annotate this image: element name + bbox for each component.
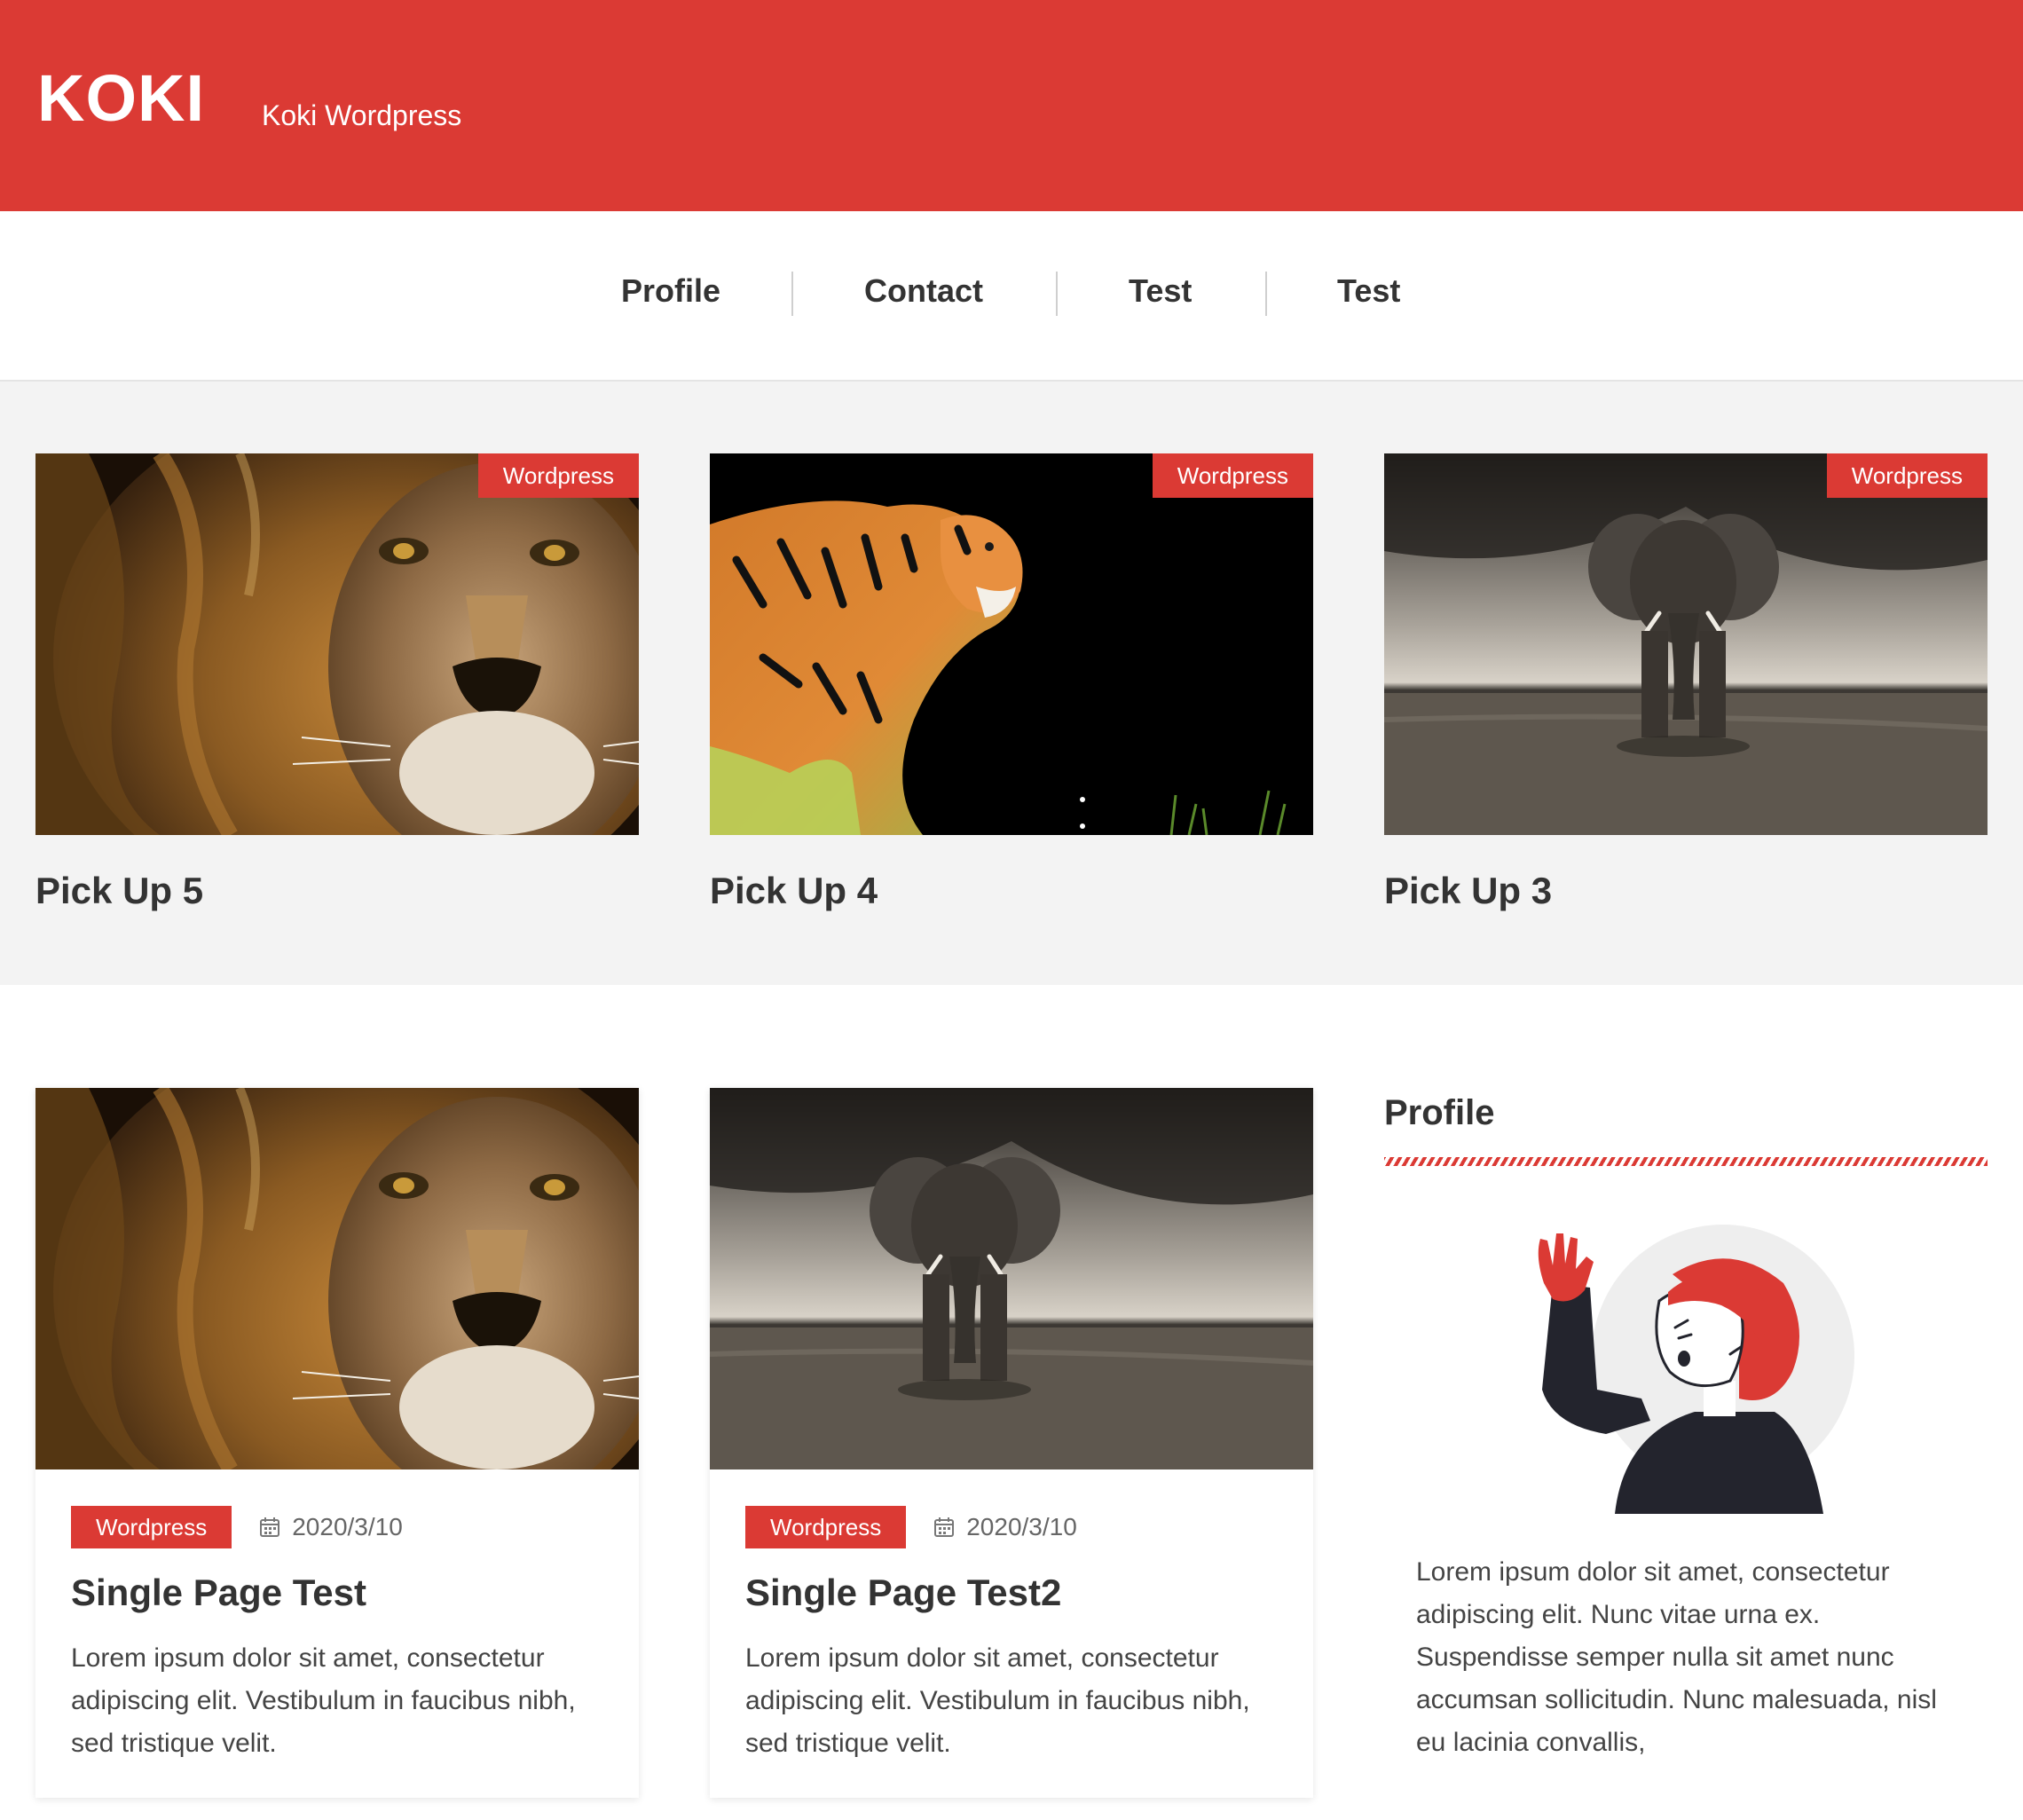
lion-photo[interactable] — [35, 1088, 639, 1469]
site-header: KOKI Koki Wordpress — [0, 0, 2023, 211]
pickup-section: Wordpress Pick Up 5 Wordpress Pick Up 4 — [0, 382, 2023, 985]
pickup-title[interactable]: Pick Up 4 — [710, 872, 878, 910]
tiger-photo[interactable]: Wordpress — [710, 453, 1313, 835]
post-excerpt: Lorem ipsum dolor sit amet, consectetur … — [745, 1643, 1250, 1758]
widget-title-underline — [1384, 1157, 1988, 1166]
pickup-card[interactable]: Wordpress Pick Up 4 — [710, 453, 1313, 915]
pickup-title[interactable]: Pick Up 5 — [35, 872, 203, 910]
site-logo[interactable]: KOKI — [37, 66, 205, 131]
main-nav: Profile Contact Test Test — [0, 211, 2023, 382]
elephant-photo[interactable]: Wordpress — [1384, 453, 1988, 835]
widget-title: Profile — [1384, 1093, 1495, 1132]
calendar-icon — [934, 1517, 955, 1537]
post-date: 2020/3/10 — [966, 1513, 1077, 1540]
post-title[interactable]: Single Page Test2 — [745, 1571, 1061, 1615]
nav-item-test-2[interactable]: Test — [1337, 275, 1400, 307]
category-badge[interactable]: Wordpress — [71, 1506, 232, 1548]
pickup-card[interactable]: Wordpress Pick Up 3 — [1384, 453, 1988, 915]
nav-item-test[interactable]: Test — [1129, 275, 1192, 307]
post-card[interactable]: Wordpress 2020/3/10 Single Page Test Lor… — [35, 1088, 639, 1798]
post-card[interactable]: Wordpress 2020/3/10 Single Page Test2 Lo… — [710, 1088, 1313, 1798]
nav-item-contact[interactable]: Contact — [864, 275, 983, 307]
post-meta: Wordpress 2020/3/10 — [745, 1506, 1077, 1548]
site-tagline: Koki Wordpress — [262, 99, 462, 131]
waving-woman-illustration — [1538, 1225, 1854, 1514]
post-date: 2020/3/10 — [292, 1513, 403, 1540]
post-title[interactable]: Single Page Test — [71, 1571, 366, 1615]
post-meta: Wordpress 2020/3/10 — [71, 1506, 403, 1548]
nav-item-profile[interactable]: Profile — [621, 275, 720, 307]
profile-description: Lorem ipsum dolor sit amet, consectetur … — [1416, 1557, 1937, 1757]
category-badge[interactable]: Wordpress — [1826, 453, 1988, 498]
pickup-card[interactable]: Wordpress Pick Up 5 — [35, 453, 639, 915]
category-badge[interactable]: Wordpress — [477, 453, 639, 498]
lion-photo[interactable]: Wordpress — [35, 453, 639, 835]
sidebar-profile-widget: Profile Lorem ipsum dolor sit amet, cons… — [1384, 1088, 1988, 1798]
elephant-photo[interactable] — [710, 1088, 1313, 1469]
calendar-icon — [260, 1517, 280, 1537]
nav-separator — [1056, 272, 1058, 316]
post-excerpt: Lorem ipsum dolor sit amet, consectetur … — [71, 1643, 576, 1758]
category-badge[interactable]: Wordpress — [1152, 453, 1313, 498]
pickup-title[interactable]: Pick Up 3 — [1384, 872, 1552, 910]
nav-separator — [791, 272, 793, 316]
nav-separator — [1265, 272, 1267, 316]
category-badge[interactable]: Wordpress — [745, 1506, 907, 1548]
